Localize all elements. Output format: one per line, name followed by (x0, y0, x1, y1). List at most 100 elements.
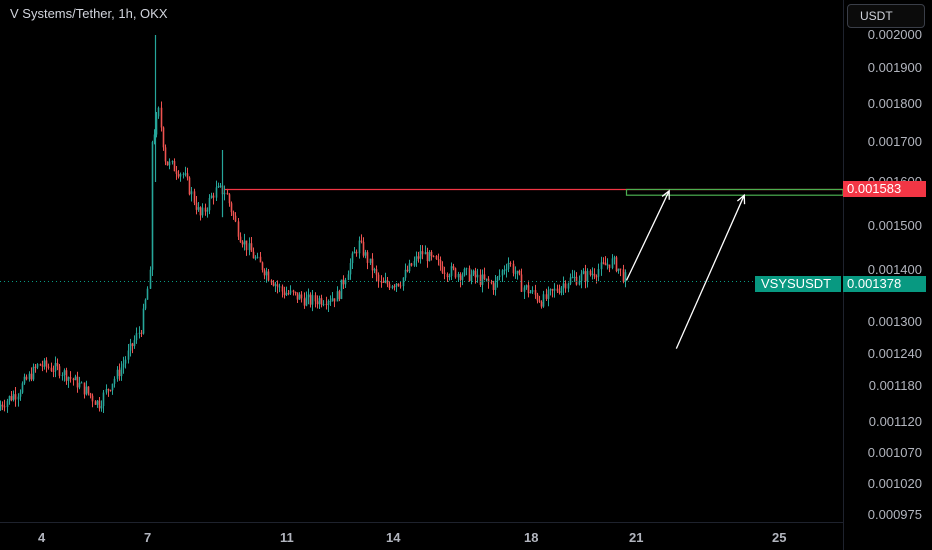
price-axis-label: 0.001300 (867, 314, 922, 329)
candle-body (193, 191, 196, 203)
candle-body (157, 107, 160, 117)
candle-body (580, 273, 583, 281)
candle-body (435, 255, 438, 260)
price-axis-label: 0.001070 (867, 445, 922, 460)
candle-body (228, 194, 231, 204)
candle-body (107, 389, 110, 391)
candle-body (320, 298, 323, 305)
candle-body (562, 283, 565, 288)
candle-body (217, 185, 220, 188)
candle-body (52, 370, 55, 372)
candle-body (437, 259, 440, 261)
candle-body (516, 270, 519, 274)
price-axis-label: 0.001120 (868, 414, 922, 429)
candle-body (318, 298, 321, 305)
candle-body (6, 400, 9, 407)
chart-canvas[interactable] (0, 0, 932, 550)
candle-body (237, 221, 240, 237)
candle-body (3, 406, 6, 408)
candle-body (538, 300, 541, 302)
candle-body (160, 107, 163, 128)
candle-body (470, 274, 473, 281)
price-axis-border (843, 0, 844, 550)
candle-body (113, 378, 116, 384)
candle-body (305, 297, 308, 306)
arrow-line[interactable] (675, 194, 745, 349)
candle-body (54, 363, 57, 372)
candle-body (122, 363, 125, 368)
candle-body (419, 251, 422, 259)
candle-body (371, 258, 374, 271)
candle-body (74, 376, 77, 381)
candle-body (96, 400, 99, 405)
candle-body (109, 390, 112, 392)
candle-body (463, 268, 466, 276)
candle-body (8, 396, 11, 401)
price-axis-label: 0.001800 (867, 96, 922, 111)
candle-body (91, 395, 94, 402)
candle-body (252, 251, 255, 259)
candle-body (94, 401, 97, 405)
candle-body (322, 304, 325, 306)
candle-body (404, 269, 407, 278)
candle-body (256, 256, 259, 258)
candle-body (540, 301, 543, 307)
candle-body (366, 252, 369, 263)
candle-body (591, 273, 594, 275)
candle-body (314, 295, 317, 302)
candle-body (518, 270, 521, 275)
candle-body (261, 262, 264, 270)
candle-body (254, 257, 257, 259)
candle-body (325, 304, 328, 306)
candle-body (501, 270, 504, 276)
price-axis-label: 0.000975 (867, 507, 922, 522)
candle-body (215, 187, 218, 198)
candle-body (307, 294, 310, 298)
candle-body (69, 377, 72, 379)
candle-body (241, 242, 244, 245)
candle-body (531, 290, 534, 293)
candle-body (362, 241, 365, 256)
candle-body (243, 240, 246, 245)
candle-body (78, 382, 81, 388)
target-zone[interactable] (625, 188, 844, 196)
candle-body (25, 376, 28, 380)
candle-body (50, 367, 53, 371)
candle-body (283, 291, 286, 296)
candle-body (399, 285, 402, 287)
candle-body (124, 359, 127, 364)
candle-body (32, 366, 35, 380)
candle-body (457, 273, 460, 278)
candle-body (182, 173, 185, 175)
candle-body (259, 256, 262, 263)
candle-body (186, 173, 189, 178)
candle-body (144, 299, 147, 309)
candle-body (102, 392, 105, 407)
candle-body (76, 376, 79, 388)
candle-body (45, 360, 48, 367)
candle-body (391, 286, 394, 289)
candle-body (602, 262, 605, 264)
candle-body (406, 269, 409, 272)
candle-body (140, 332, 143, 334)
candle-body (496, 277, 499, 281)
candle-body (56, 363, 59, 367)
time-axis-label: 25 (772, 530, 787, 545)
candle-body (523, 287, 526, 292)
candle-body (30, 373, 33, 380)
price-axis-label: 0.001700 (867, 134, 922, 149)
candle-body (619, 268, 622, 270)
candle-body (567, 283, 570, 289)
candle-body (507, 262, 510, 269)
candle-body (230, 203, 233, 213)
currency-button[interactable]: USDT (847, 4, 925, 28)
candle-body (509, 262, 512, 264)
candle-body (439, 260, 442, 267)
candle-body (98, 400, 101, 409)
time-axis-label: 14 (386, 530, 401, 545)
candle-body (604, 262, 607, 266)
candle-body (267, 271, 270, 281)
candle-body (428, 251, 431, 262)
candle-body (58, 366, 61, 376)
arrow-line[interactable] (625, 190, 670, 281)
